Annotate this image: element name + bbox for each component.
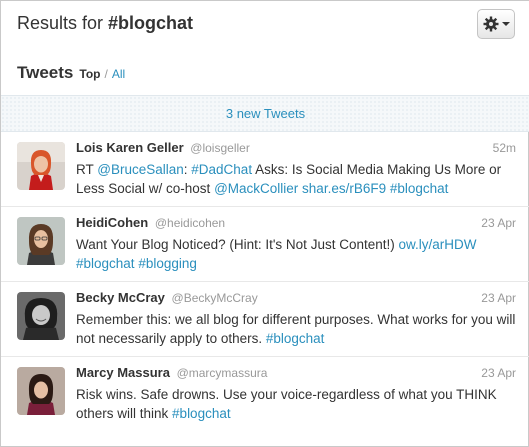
tweet-item[interactable]: Marcy Massura @marcymassura 23 Apr Risk …	[1, 357, 529, 437]
tweet-link[interactable]: #blogging	[138, 256, 197, 271]
search-query: #blogchat	[108, 13, 194, 33]
title-prefix: Results for	[17, 13, 104, 33]
avatar[interactable]	[17, 292, 65, 340]
author-name[interactable]: Lois Karen Geller	[76, 140, 184, 155]
tweet-author[interactable]: Becky McCray @BeckyMcCray	[76, 290, 258, 305]
tweet-link[interactable]: #DadChat	[191, 162, 252, 177]
tweet-author[interactable]: HeidiCohen @heidicohen	[76, 215, 225, 230]
tweet-item[interactable]: Becky McCray @BeckyMcCray 23 Apr Remembe…	[1, 282, 529, 357]
author-handle[interactable]: @loisgeller	[190, 141, 250, 155]
filter-all-link[interactable]: All	[112, 67, 125, 81]
author-handle[interactable]: @BeckyMcCray	[172, 291, 258, 305]
filter-top[interactable]: Top	[79, 67, 100, 81]
tweet-item[interactable]: Lois Karen Geller @loisgeller 52m RT @Br…	[1, 132, 529, 207]
tweet-timestamp[interactable]: 52m	[493, 141, 516, 155]
tweet-author[interactable]: Marcy Massura @marcymassura	[76, 365, 267, 380]
tweet-timestamp[interactable]: 23 Apr	[481, 366, 516, 380]
filter-separator: /	[104, 67, 108, 81]
tweet-link[interactable]: #blogchat	[266, 331, 325, 346]
results-header: Results for #blogchat Tweets Top / All	[1, 1, 529, 96]
gear-icon	[483, 16, 499, 32]
tweet-text-segment: Want Your Blog Noticed? (Hint: It's Not …	[76, 237, 399, 252]
tweet-link[interactable]: ow.ly/arHDW	[398, 237, 476, 252]
tweet-link[interactable]: #blogchat	[172, 406, 231, 421]
tweet-text: Risk wins. Safe drowns. Use your voice-r…	[76, 385, 521, 423]
author-name[interactable]: HeidiCohen	[76, 215, 148, 230]
tweet-timestamp[interactable]: 23 Apr	[481, 216, 516, 230]
page-title: Results for #blogchat	[17, 13, 193, 34]
tweet-link[interactable]: @BruceSallan	[97, 162, 184, 177]
tweets-heading: Tweets Top / All	[17, 63, 125, 83]
avatar[interactable]	[17, 217, 65, 265]
author-name[interactable]: Becky McCray	[76, 290, 165, 305]
tweet-link[interactable]: #blogchat	[76, 256, 135, 271]
tweet-text: Want Your Blog Noticed? (Hint: It's Not …	[76, 235, 521, 273]
results-panel: Results for #blogchat Tweets Top / All 3…	[0, 0, 529, 447]
settings-dropdown-button[interactable]	[477, 9, 515, 39]
tweet-text-segment: Risk wins. Safe drowns. Use your voice-r…	[76, 387, 497, 421]
tweet-text-segment: RT	[76, 162, 98, 177]
new-tweets-label: 3 new Tweets	[225, 106, 306, 121]
tweet-text: Remember this: we all blog for different…	[76, 310, 521, 348]
avatar[interactable]	[17, 367, 65, 415]
caret-down-icon	[501, 22, 510, 26]
tweet-item[interactable]: HeidiCohen @heidicohen 23 Apr Want Your …	[1, 207, 529, 282]
author-handle[interactable]: @marcymassura	[177, 366, 268, 380]
tweet-timestamp[interactable]: 23 Apr	[481, 291, 516, 305]
tweet-link[interactable]: @MackCollier	[214, 181, 298, 196]
author-name[interactable]: Marcy Massura	[76, 365, 170, 380]
tweets-label: Tweets	[17, 63, 74, 82]
new-tweets-bar[interactable]: 3 new Tweets	[1, 95, 529, 132]
tweet-author[interactable]: Lois Karen Geller @loisgeller	[76, 140, 250, 155]
avatar[interactable]	[17, 142, 65, 190]
author-handle[interactable]: @heidicohen	[155, 216, 225, 230]
tweet-text: RT @BruceSallan: #DadChat Asks: Is Socia…	[76, 160, 521, 198]
tweet-link[interactable]: shar.es/rB6F9	[302, 181, 386, 196]
tweet-link[interactable]: #blogchat	[390, 181, 449, 196]
